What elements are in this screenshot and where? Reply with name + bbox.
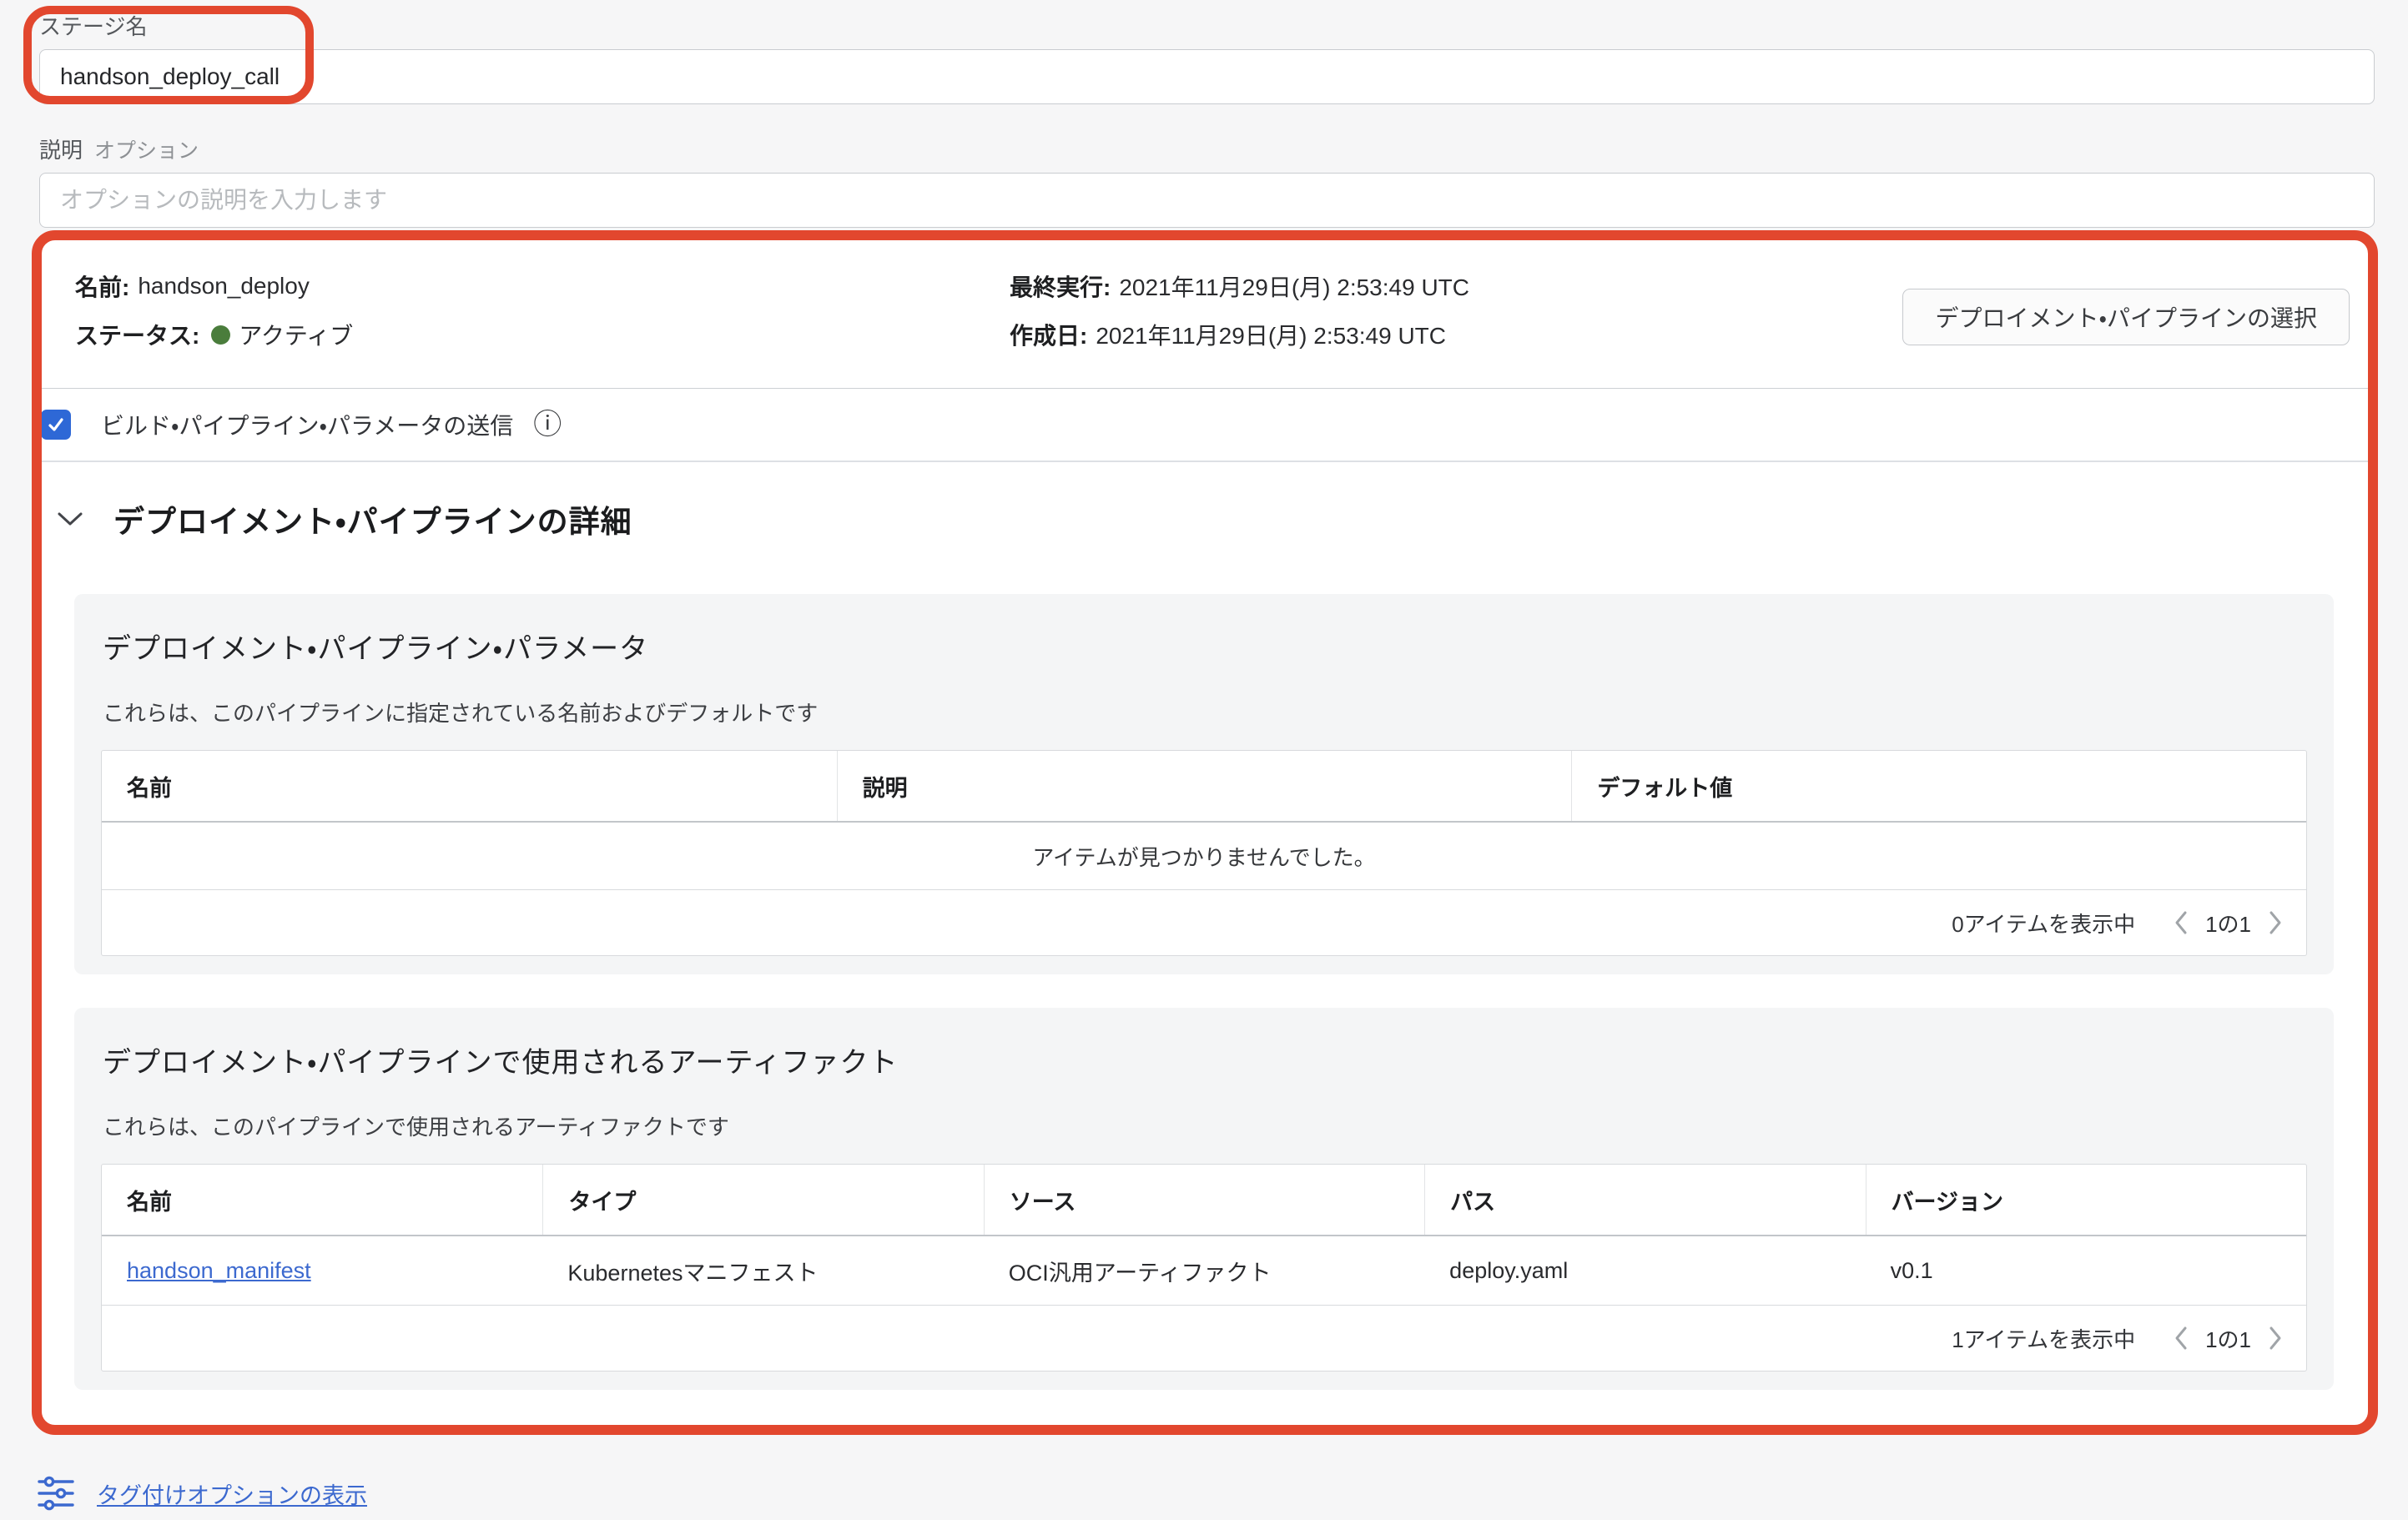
- pipeline-summary: 名前: handson_deploy ステータス: アクティブ 最終実行: 20…: [38, 237, 2370, 389]
- chevron-down-icon[interactable]: [57, 511, 83, 527]
- description-label: 説明: [39, 133, 83, 164]
- pagination: 1の1: [2174, 908, 2283, 939]
- status-badge: アクティブ: [239, 318, 353, 351]
- column-header-source: ソース: [984, 1165, 1424, 1235]
- pipeline-status-row: ステータス: アクティブ: [75, 310, 1010, 359]
- pipeline-name-label: 名前:: [75, 269, 129, 303]
- pagination-prev-icon[interactable]: [2174, 910, 2189, 935]
- page-indicator: 1の1: [2205, 908, 2251, 939]
- pagination-prev-icon[interactable]: [2174, 1326, 2189, 1351]
- artifacts-panel-title: デプロイメント・パイプラインで使用されるアーティファクト: [103, 1039, 2307, 1080]
- artifacts-table: 名前 タイプ ソース パス バージョン handson_manifest Kub…: [101, 1164, 2307, 1372]
- stage-name-input[interactable]: [39, 49, 2375, 104]
- created-value: 2021年11月29日(月) 2:53:49 UTC: [1096, 318, 1446, 351]
- select-deployment-pipeline-button[interactable]: デプロイメント・パイプラインの選択: [1902, 289, 2350, 345]
- artifacts-table-footer: 1アイテムを表示中 1の1: [102, 1306, 2306, 1371]
- created-label: 作成日:: [1010, 318, 1087, 351]
- column-header-name: 名前: [102, 1165, 542, 1235]
- build-params-row: ビルド・パイプライン・パラメータの送信 ⓘ: [38, 389, 2370, 462]
- tagging-options-row: タグ付けオプションの表示: [37, 1472, 367, 1515]
- parameters-panel: デプロイメント・パイプライン・パラメータ これらは、このパイプラインに指定されて…: [74, 594, 2334, 974]
- artifact-source: OCI汎用アーティファクト: [984, 1236, 1424, 1305]
- column-header-version: バージョン: [1866, 1165, 2306, 1235]
- artifacts-table-header: 名前 タイプ ソース パス バージョン: [102, 1165, 2306, 1236]
- stage-name-field: ステージ名: [39, 10, 2375, 104]
- info-icon[interactable]: ⓘ: [533, 410, 562, 439]
- description-optional-label: オプション: [94, 134, 199, 164]
- pipeline-name-value: handson_deploy: [138, 273, 310, 299]
- column-header-type: タイプ: [542, 1165, 983, 1235]
- pagination-next-icon[interactable]: [2268, 910, 2283, 935]
- description-field: 説明 オプション: [39, 133, 2375, 228]
- artifacts-panel: デプロイメント・パイプラインで使用されるアーティファクト これらは、このパイプラ…: [74, 1008, 2334, 1390]
- description-input[interactable]: [39, 173, 2375, 228]
- pipeline-name-row: 名前: handson_deploy: [75, 262, 1010, 310]
- show-tagging-options-link[interactable]: タグ付けオプションの表示: [97, 1477, 367, 1510]
- parameters-panel-title: デプロイメント・パイプライン・パラメータ: [103, 626, 2307, 667]
- stage-name-label: ステージ名: [39, 10, 147, 41]
- check-icon: [46, 415, 66, 435]
- column-header-default: デフォルト値: [1571, 751, 2306, 821]
- parameters-table: 名前 説明 デフォルト値 アイテムが見つかりませんでした。 0アイテムを表示中 …: [101, 750, 2307, 956]
- parameters-table-footer: 0アイテムを表示中 1の1: [102, 890, 2306, 955]
- last-run-value: 2021年11月29日(月) 2:53:49 UTC: [1119, 269, 1469, 303]
- pagination-next-icon[interactable]: [2268, 1326, 2283, 1351]
- artifact-type: Kubernetesマニフェスト: [542, 1236, 983, 1305]
- table-row: handson_manifest Kubernetesマニフェスト OCI汎用ア…: [102, 1236, 2306, 1306]
- empty-state-message: アイテムが見つかりませんでした。: [102, 823, 2306, 890]
- artifact-path: deploy.yaml: [1424, 1236, 1865, 1305]
- deploy-stage-form-screen: ステージ名 説明 オプション 名前: handson_deploy ステータス:…: [0, 0, 2408, 1520]
- created-row: 作成日: 2021年11月29日(月) 2:53:49 UTC: [1010, 310, 1469, 359]
- sliders-icon: [37, 1474, 75, 1512]
- status-active-dot: [211, 325, 230, 345]
- artifact-name-link[interactable]: handson_manifest: [127, 1258, 311, 1284]
- last-run-row: 最終実行: 2021年11月29日(月) 2:53:49 UTC: [1010, 262, 1469, 310]
- deployment-pipeline-card: 名前: handson_deploy ステータス: アクティブ 最終実行: 20…: [38, 236, 2370, 1429]
- parameters-table-header: 名前 説明 デフォルト値: [102, 751, 2306, 823]
- column-header-description: 説明: [837, 751, 1572, 821]
- column-header-path: パス: [1424, 1165, 1865, 1235]
- last-run-label: 最終実行:: [1010, 269, 1111, 303]
- artifact-version: v0.1: [1866, 1236, 2306, 1305]
- page-indicator: 1の1: [2205, 1323, 2251, 1354]
- parameters-panel-subtitle: これらは、このパイプラインに指定されている名前およびデフォルトです: [103, 697, 2307, 727]
- build-params-label: ビルド・パイプライン・パラメータの送信: [101, 408, 513, 441]
- item-count: 1アイテムを表示中: [1952, 1323, 2135, 1354]
- artifacts-panel-subtitle: これらは、このパイプラインで使用されるアーティファクトです: [103, 1110, 2307, 1141]
- build-params-checkbox[interactable]: [41, 410, 71, 440]
- column-header-name: 名前: [102, 751, 837, 821]
- pipeline-status-label: ステータス:: [75, 318, 199, 351]
- item-count: 0アイテムを表示中: [1952, 908, 2135, 939]
- pagination: 1の1: [2174, 1323, 2283, 1354]
- pipeline-details-section-header: デプロイメント・パイプラインの詳細: [38, 481, 2370, 557]
- pipeline-details-title: デプロイメント・パイプラインの詳細: [113, 496, 632, 541]
